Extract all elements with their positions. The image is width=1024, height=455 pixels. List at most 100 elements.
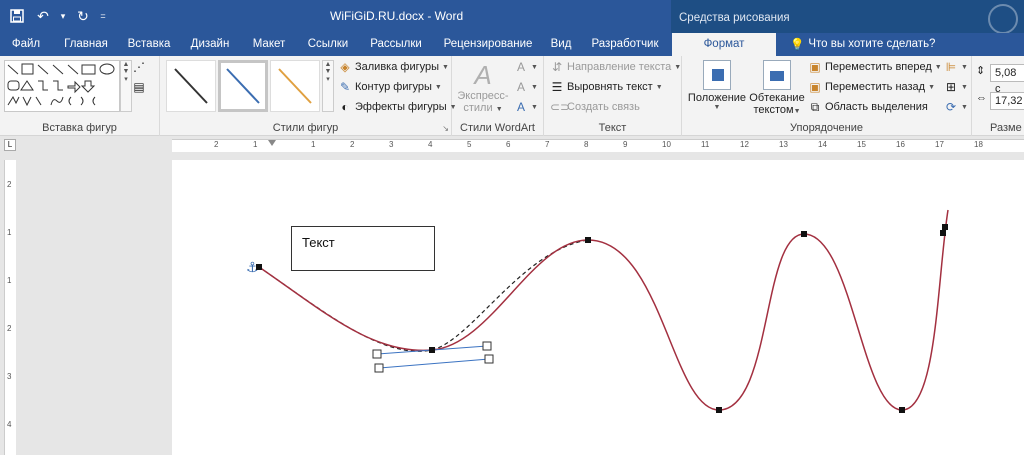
ruler-number: 2	[7, 180, 12, 189]
group-icon: ⊞	[945, 80, 957, 94]
shape-style-2[interactable]	[218, 60, 268, 112]
shapes-scroll[interactable]: ▲ ▼ ▾	[120, 60, 132, 112]
chevron-down-icon: ▼	[531, 103, 538, 111]
shape-style-1[interactable]	[166, 60, 216, 112]
shape-effects-button[interactable]: ◐ Эффекты фигуры ▼	[338, 100, 456, 114]
align-button[interactable]: ⊫ ▼	[944, 60, 968, 74]
curve-vertex[interactable]	[256, 264, 262, 270]
chevron-down-icon: ▼	[442, 63, 449, 71]
send-backward-icon: ▣	[809, 80, 821, 94]
create-link-button[interactable]: ⊂⊃ Создать связь	[550, 100, 640, 114]
save-icon[interactable]	[6, 5, 28, 27]
vertical-ruler[interactable]: 2 1 1 2 3 4	[4, 160, 16, 455]
tab-layout[interactable]: Макет	[242, 33, 296, 56]
text-fill-button[interactable]: A ▼	[514, 60, 538, 74]
pen-icon: ✎	[339, 80, 351, 94]
group-label: Текст	[598, 122, 627, 134]
chevron-down-icon: ▼	[495, 106, 503, 113]
rotate-button[interactable]: ⟳ ▼	[944, 100, 968, 114]
ruler-number: 15	[857, 140, 866, 149]
curve-vertex[interactable]	[942, 224, 948, 230]
curve-vertex[interactable]	[899, 407, 905, 413]
text-effects-button[interactable]: A ▼	[514, 100, 538, 114]
bezier-handle[interactable]	[484, 354, 494, 364]
ruler-number: 12	[740, 140, 749, 149]
text-direction-icon: ⇵	[551, 60, 563, 74]
curve-vertex[interactable]	[585, 237, 591, 243]
tab-file[interactable]: Файл	[0, 33, 52, 56]
group-arrange: Положение ▼ Обтекание текстом▼ ▣ Перемест…	[682, 56, 972, 136]
ruler-number: 5	[467, 140, 472, 149]
tab-insert[interactable]: Вставка	[120, 33, 178, 56]
create-link-label: Создать связь	[567, 101, 640, 113]
edit-shape-icon: ⋰	[133, 60, 145, 74]
freeform-curve[interactable]	[172, 160, 1024, 455]
bring-forward-button[interactable]: ▣ Переместить вперед ▼	[808, 60, 941, 74]
edit-shape-button[interactable]: ⋰	[132, 60, 146, 74]
ruler-number: 2	[350, 140, 355, 149]
tab-home[interactable]: Главная	[56, 33, 116, 56]
wrap-text-button[interactable]: Обтекание текстом▼	[748, 60, 806, 116]
chevron-down-icon: ▼	[928, 83, 936, 91]
tab-developer[interactable]: Разработчик	[582, 33, 668, 56]
position-icon	[703, 60, 731, 90]
dialog-launcher-icon[interactable]: ↘	[442, 124, 449, 133]
curve-vertex[interactable]	[716, 407, 722, 413]
tab-mailings[interactable]: Рассылки	[360, 33, 432, 56]
indent-marker[interactable]	[268, 140, 276, 146]
ribbon-tabs: Файл Главная Вставка Дизайн Макет Ссылки…	[0, 33, 1024, 56]
text-outline-button[interactable]: A ▼	[514, 80, 538, 94]
shape-fill-button[interactable]: ◈ Заливка фигуры ▼	[338, 60, 449, 74]
redo-icon[interactable]: ↻	[72, 5, 94, 27]
group-label: Разме	[990, 122, 1022, 134]
position-button[interactable]: Положение ▼	[686, 60, 748, 111]
align-text-button[interactable]: ☰ Выровнять текст ▼	[550, 80, 663, 94]
document-page[interactable]: Текст ⚓	[172, 160, 1024, 455]
tab-references[interactable]: Ссылки	[300, 33, 356, 56]
tab-view[interactable]: Вид	[544, 33, 578, 56]
send-backward-button[interactable]: ▣ Переместить назад ▼	[808, 80, 935, 94]
shape-outline-button[interactable]: ✎ Контур фигуры ▼	[338, 80, 442, 94]
curve-vertex[interactable]	[801, 231, 807, 237]
styles-scroll[interactable]: ▲ ▼ ▾	[322, 60, 334, 112]
ruler-number: 13	[779, 140, 788, 149]
curve-vertex[interactable]	[940, 230, 946, 236]
horizontal-ruler[interactable]: 2 1 1 2 3 4 5 6 7 8 9 10 11 12 13 14 15 16 17 18	[172, 139, 1024, 152]
lightbulb-icon: 💡	[790, 39, 805, 51]
curve-vertex[interactable]	[429, 347, 435, 353]
group-objects-button[interactable]: ⊞ ▼	[944, 80, 968, 94]
curve-edit-path	[258, 239, 589, 352]
tell-me-box[interactable]: 💡 Что вы хотите сделать?	[790, 37, 935, 51]
shape-style-3[interactable]	[270, 60, 320, 112]
group-text: ⇵ Направление текста ▼ ☰ Выровнять текст ▼ ⊂…	[544, 56, 682, 136]
draw-textbox-button[interactable]: ▤	[132, 80, 146, 94]
wrap-text-label-1: Обтекание	[749, 92, 805, 104]
width-input[interactable]: 17,32	[990, 92, 1024, 110]
paint-bucket-icon: ◈	[340, 60, 350, 74]
height-input[interactable]: 5,08 с	[990, 64, 1024, 95]
selection-pane-button[interactable]: ⧉ Область выделения	[808, 100, 928, 114]
curve-line[interactable]	[258, 209, 949, 411]
tab-format[interactable]: Формат	[672, 33, 776, 56]
undo-icon[interactable]: ↶	[32, 5, 54, 27]
rotate-icon: ⟳	[945, 100, 957, 114]
ruler-number: 1	[7, 228, 12, 237]
bezier-handle[interactable]	[374, 363, 384, 373]
tab-review[interactable]: Рецензирование	[436, 33, 540, 56]
express-styles-button[interactable]: A Экспресс- стили ▼	[454, 60, 512, 114]
selection-pane-label: Область выделения	[825, 101, 928, 113]
tab-design[interactable]: Дизайн	[182, 33, 238, 56]
ruler-number: 16	[896, 140, 905, 149]
ruler-number: 10	[662, 140, 671, 149]
tab-selector[interactable]: L	[4, 139, 16, 151]
quick-access-toolbar: ↶ ▾ ↻ =	[6, 4, 108, 28]
group-wordart: A Экспресс- стили ▼ A ▼ A ▼ A ▼ Стили WordA…	[452, 56, 544, 136]
shapes-gallery[interactable]	[4, 60, 120, 112]
bezier-handle[interactable]	[372, 349, 382, 359]
text-direction-button[interactable]: ⇵ Направление текста ▼	[550, 60, 681, 74]
group-shape-styles: ▲ ▼ ▾ ◈ Заливка фигуры ▼ ✎ Контур фигуры ▼ ◐ Эф…	[160, 56, 457, 136]
customize-qat-icon[interactable]: =	[98, 11, 108, 21]
undo-dropdown-icon[interactable]: ▾	[58, 11, 68, 22]
bezier-handle[interactable]	[482, 341, 492, 351]
align-icon: ⊫	[945, 60, 957, 74]
